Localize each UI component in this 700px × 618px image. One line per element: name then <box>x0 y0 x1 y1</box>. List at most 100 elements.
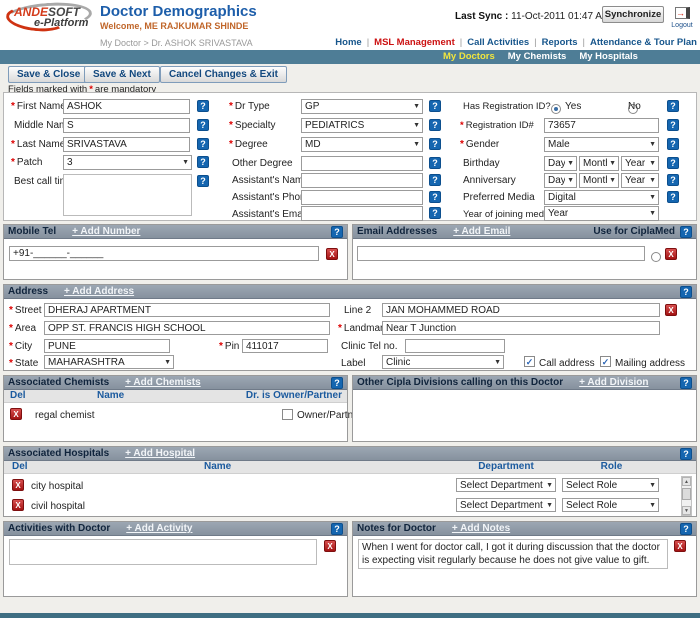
save-close-button[interactable]: Save & Close <box>8 66 90 83</box>
logout-icon[interactable]: → <box>674 7 690 19</box>
clinic-tel-input[interactable] <box>405 339 505 353</box>
anniversary-year-select[interactable]: Year ▼ <box>621 173 659 188</box>
add-chemists-link[interactable]: + Add Chemists <box>125 377 200 388</box>
delete-email-icon[interactable]: X <box>665 248 677 260</box>
degree-select[interactable]: MD ▼ <box>301 137 423 152</box>
landmark-input[interactable] <box>382 321 660 335</box>
assistants-phone-input[interactable] <box>301 190 423 205</box>
help-icon[interactable]: ? <box>667 100 679 112</box>
save-next-button[interactable]: Save & Next <box>84 66 160 83</box>
help-icon[interactable]: ? <box>667 138 679 150</box>
anniversary-day-select[interactable]: Day ▼ <box>544 173 577 188</box>
tab-my-hospitals[interactable]: My Hospitals <box>579 51 638 62</box>
hospitals-scrollbar[interactable]: ▲ ▼ <box>681 476 692 516</box>
help-icon[interactable]: ? <box>680 522 692 535</box>
help-icon[interactable]: ? <box>680 376 692 389</box>
scroll-down-icon[interactable]: ▼ <box>682 506 691 515</box>
help-icon[interactable]: ? <box>667 119 679 131</box>
help-icon[interactable]: ? <box>197 138 209 150</box>
help-icon[interactable]: ? <box>680 285 692 298</box>
add-notes-link[interactable]: + Add Notes <box>452 523 510 534</box>
help-icon[interactable]: ? <box>667 157 679 169</box>
help-icon[interactable]: ? <box>429 191 441 203</box>
help-icon[interactable]: ? <box>429 157 441 169</box>
add-email-link[interactable]: + Add Email <box>453 226 510 237</box>
delete-hospital-icon[interactable]: X <box>12 499 24 511</box>
help-icon[interactable]: ? <box>429 138 441 150</box>
tab-my-chemists[interactable]: My Chemists <box>508 51 567 62</box>
help-icon[interactable]: ? <box>197 156 209 168</box>
preferred-media-select[interactable]: Digital ▼ <box>544 190 659 205</box>
first-name-input[interactable] <box>63 99 190 114</box>
anniversary-month-select[interactable]: Month▼ <box>579 173 619 188</box>
specialty-select[interactable]: PEDIATRICS ▼ <box>301 118 423 133</box>
hospital-role-select[interactable]: Select Role ▼ <box>562 498 659 512</box>
nav-reports[interactable]: Reports <box>542 37 578 48</box>
delete-hospital-icon[interactable]: X <box>12 479 24 491</box>
help-icon[interactable]: ? <box>331 522 343 535</box>
help-icon[interactable]: ? <box>197 175 209 187</box>
street-input[interactable] <box>44 303 330 317</box>
other-degree-input[interactable] <box>301 156 423 171</box>
scrollbar-thumb[interactable] <box>682 488 691 500</box>
registration-id-input[interactable] <box>544 118 659 133</box>
activities-textarea[interactable] <box>9 539 317 565</box>
use-for-ciplamed-radio[interactable] <box>651 252 661 262</box>
delete-number-icon[interactable]: X <box>326 248 338 260</box>
nav-msl-management[interactable]: MSL Management <box>374 37 455 48</box>
assistants-name-input[interactable] <box>301 173 423 188</box>
birthday-day-select[interactable]: Day ▼ <box>544 156 577 171</box>
cancel-changes-exit-button[interactable]: Cancel Changes & Exit <box>160 66 287 83</box>
nav-attendance-tour-plan[interactable]: Attendance & Tour Plan <box>590 37 697 48</box>
help-icon[interactable]: ? <box>331 225 343 238</box>
add-activity-link[interactable]: + Add Activity <box>126 523 192 534</box>
add-hospital-link[interactable]: + Add Hospital <box>125 448 195 459</box>
add-division-link[interactable]: + Add Division <box>579 377 648 388</box>
tab-my-doctors[interactable]: My Doctors <box>443 51 495 62</box>
hospital-department-select[interactable]: Select Department ▼ <box>456 478 556 492</box>
logout-button[interactable]: → Logout <box>669 3 695 29</box>
help-icon[interactable]: ? <box>197 119 209 131</box>
call-address-checkbox[interactable]: ✓ <box>524 356 535 367</box>
address-label-select[interactable]: Clinic ▼ <box>382 355 504 369</box>
city-input[interactable] <box>44 339 170 353</box>
area-input[interactable] <box>44 321 330 335</box>
patch-select[interactable]: 3 ▼ <box>63 155 192 170</box>
help-icon[interactable]: ? <box>197 100 209 112</box>
add-number-link[interactable]: + Add Number <box>72 226 140 237</box>
has-registration-yes-radio[interactable] <box>551 104 561 114</box>
delete-address-icon[interactable]: X <box>665 304 677 316</box>
help-icon[interactable]: ? <box>331 376 343 389</box>
help-icon[interactable]: ? <box>680 447 692 460</box>
help-icon[interactable]: ? <box>667 174 679 186</box>
gender-select[interactable]: Male ▼ <box>544 137 659 152</box>
help-icon[interactable]: ? <box>667 191 679 203</box>
nav-home[interactable]: Home <box>335 37 361 48</box>
line2-input[interactable] <box>382 303 660 317</box>
state-select[interactable]: MAHARASHTRA ▼ <box>44 355 174 369</box>
year-joining-select[interactable]: Year ▼ <box>544 206 659 221</box>
dr-type-select[interactable]: GP ▼ <box>301 99 423 114</box>
scroll-up-icon[interactable]: ▲ <box>682 477 691 486</box>
middle-name-input[interactable] <box>63 118 190 133</box>
email-input[interactable] <box>357 246 645 261</box>
help-icon[interactable]: ? <box>429 119 441 131</box>
synchronize-button[interactable]: Synchronize <box>602 6 664 23</box>
birthday-year-select[interactable]: Year ▼ <box>621 156 659 171</box>
notes-textarea[interactable]: When I went for doctor call, I got it du… <box>358 539 668 569</box>
owner-partner-checkbox[interactable] <box>282 409 293 420</box>
pin-input[interactable] <box>242 339 328 353</box>
delete-note-icon[interactable]: X <box>674 540 686 552</box>
help-icon[interactable]: ? <box>429 207 441 219</box>
mobile-number-input[interactable] <box>9 246 319 261</box>
hospital-role-select[interactable]: Select Role ▼ <box>562 478 659 492</box>
best-call-time-textarea[interactable] <box>63 174 192 216</box>
last-name-input[interactable] <box>63 137 190 152</box>
delete-chemist-icon[interactable]: X <box>10 408 22 420</box>
mailing-address-checkbox[interactable]: ✓ <box>600 356 611 367</box>
add-address-link[interactable]: + Add Address <box>64 286 134 297</box>
delete-activity-icon[interactable]: X <box>324 540 336 552</box>
help-icon[interactable]: ? <box>429 100 441 112</box>
assistants-email-input[interactable] <box>301 206 423 221</box>
birthday-month-select[interactable]: Month▼ <box>579 156 619 171</box>
